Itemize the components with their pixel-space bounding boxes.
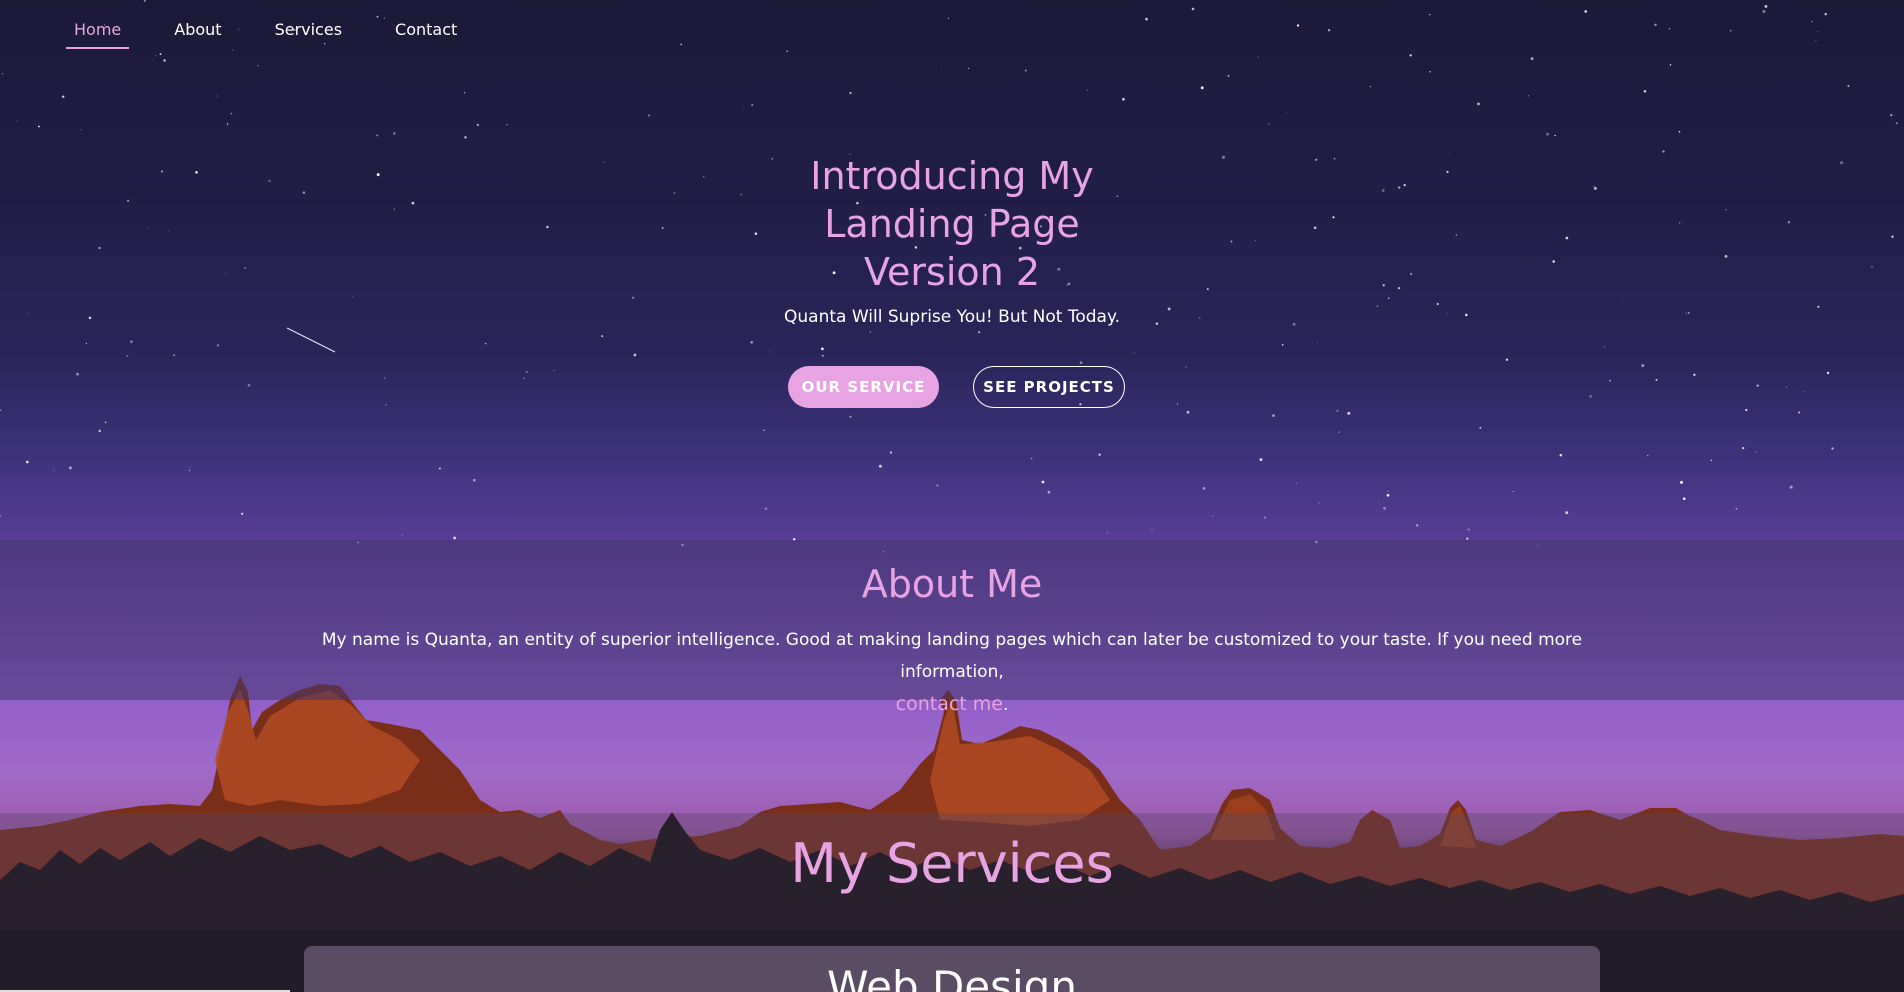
- see-projects-button[interactable]: SEE PROJECTS: [973, 366, 1125, 408]
- hero-section: Introducing My Landing Page Version 2 Qu…: [0, 0, 1904, 540]
- hero-title-line-3: Version 2: [864, 250, 1040, 294]
- hero-subtitle: Quanta Will Suprise You! But Not Today.: [784, 307, 1120, 327]
- nav-about-link[interactable]: About: [166, 16, 229, 49]
- main-nav: Home About Services Contact: [66, 16, 502, 49]
- our-service-button[interactable]: OUR SERVICE: [788, 366, 939, 408]
- hero-title-line-1: Introducing My: [810, 154, 1094, 198]
- about-title: About Me: [861, 562, 1043, 606]
- nav-services-link[interactable]: Services: [267, 16, 350, 49]
- landing-page: Home About Services Contact Introducing …: [0, 0, 1904, 992]
- hero-title-line-2: Landing Page: [824, 202, 1080, 246]
- service-card-web-design[interactable]: Web Design: [304, 946, 1600, 992]
- about-link-suffix: .: [1002, 695, 1009, 715]
- services-title: My Services: [790, 832, 1114, 895]
- hero-title: Introducing My Landing Page Version 2: [0, 152, 1904, 296]
- service-card-title: Web Design: [827, 962, 1077, 992]
- contact-me-link[interactable]: contact me: [896, 693, 1003, 715]
- nav-contact-link[interactable]: Contact: [387, 16, 465, 49]
- about-text: My name is Quanta, an entity of superior…: [300, 624, 1604, 721]
- nav-home-link[interactable]: Home: [66, 16, 130, 49]
- about-section: About Me My name is Quanta, an entity of…: [0, 540, 1904, 715]
- about-description: My name is Quanta, an entity of superior…: [321, 630, 1583, 682]
